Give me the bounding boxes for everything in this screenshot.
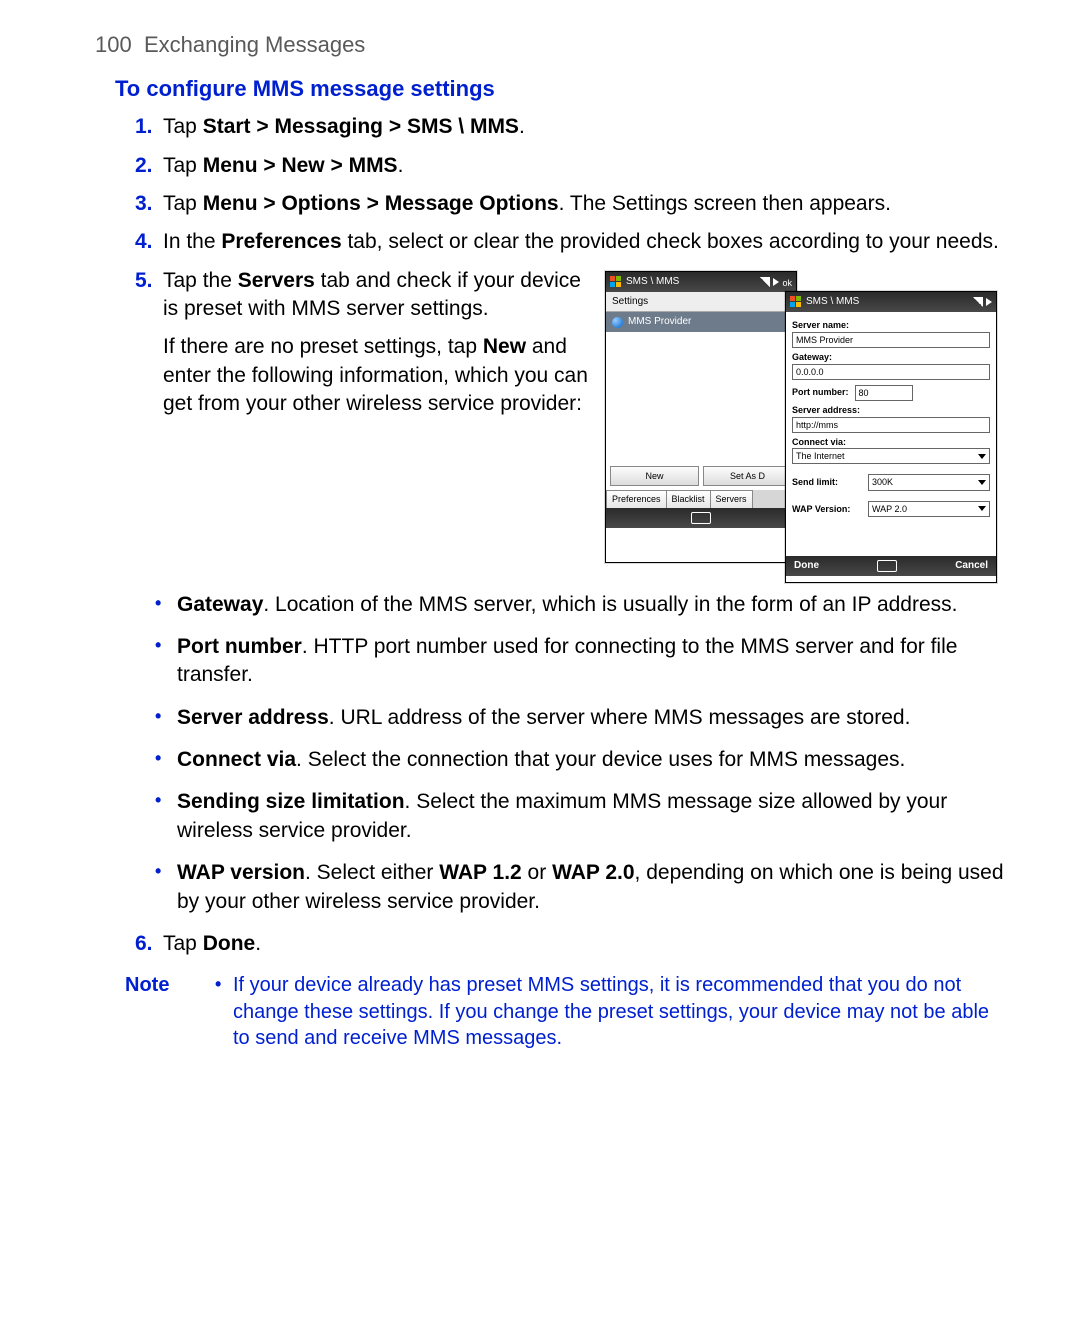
send-limit-select[interactable]: 300K <box>868 474 990 490</box>
window-title: SMS \ MMS <box>806 295 859 309</box>
ok-icon: ok <box>782 277 792 287</box>
note-label: Note <box>125 972 215 1051</box>
bullet-body: WAP version. Select either WAP 1.2 or WA… <box>177 859 1005 916</box>
section-heading: To configure MMS message settings <box>115 74 1005 104</box>
bullet-icon: • <box>155 633 177 690</box>
wap-version-select[interactable]: WAP 2.0 <box>868 501 990 517</box>
bullet-icon: • <box>155 746 177 774</box>
page-number: 100 <box>95 32 132 57</box>
step-body: Tap the Servers tab and check if your de… <box>163 267 595 419</box>
windows-flag-icon <box>610 276 622 288</box>
cancel-button[interactable]: Cancel <box>955 559 988 573</box>
keyboard-icon[interactable] <box>691 512 711 524</box>
bullet-body: Connect via. Select the connection that … <box>177 746 1005 774</box>
bottom-bar <box>606 508 796 528</box>
server-name-label: Server name: <box>792 319 990 331</box>
done-button[interactable]: Done <box>794 559 819 573</box>
chevron-down-icon <box>978 480 986 485</box>
bullet-icon: • <box>155 591 177 619</box>
server-address-label: Server address: <box>792 404 990 416</box>
page-header: 100 Exchanging Messages <box>95 30 1005 60</box>
windows-flag-icon <box>790 296 802 308</box>
port-input[interactable]: 80 <box>855 385 913 401</box>
window-title: SMS \ MMS <box>626 275 679 289</box>
gateway-input[interactable]: 0.0.0.0 <box>792 364 990 380</box>
server-list[interactable]: MMS Provider <box>606 312 796 462</box>
bottom-bar: Done Cancel <box>786 556 996 576</box>
status-tray <box>973 297 992 307</box>
chapter-title: Exchanging Messages <box>144 32 365 57</box>
titlebar: SMS \ MMS <box>786 292 996 312</box>
bullet-body: Server address. URL address of the serve… <box>177 704 1005 732</box>
step-number: 1. <box>135 113 163 141</box>
tab-servers[interactable]: Servers <box>710 490 753 507</box>
tab-preferences[interactable]: Preferences <box>606 490 667 507</box>
manual-page: 100 Exchanging Messages To configure MMS… <box>0 0 1080 1327</box>
set-default-button[interactable]: Set As D <box>703 466 792 486</box>
server-address-input[interactable]: http://mms <box>792 417 990 433</box>
step-number: 4. <box>135 228 163 256</box>
screenshot-composite: SMS \ MMS ok Settings MMS Provider <box>605 271 1005 581</box>
gateway-label: Gateway: <box>792 351 990 363</box>
step-number: 5. <box>135 267 163 295</box>
settings-window-servers: SMS \ MMS ok Settings MMS Provider <box>605 271 797 563</box>
keyboard-icon[interactable] <box>877 560 897 572</box>
bullet-body: Gateway. Location of the MMS server, whi… <box>177 591 1005 619</box>
step-body: In the Preferences tab, select or clear … <box>163 228 1005 256</box>
connect-via-label: Connect via: <box>792 436 990 448</box>
window-subtitle: Settings <box>606 292 796 313</box>
connect-via-select[interactable]: The Internet <box>792 448 990 464</box>
bullet-body: Port number. HTTP port number used for c… <box>177 633 1005 690</box>
signal-icon <box>760 277 770 287</box>
step-number: 6. <box>135 930 163 958</box>
bullet-icon: • <box>155 788 177 845</box>
note-block: Note • If your device already has preset… <box>125 972 1005 1051</box>
tab-blacklist[interactable]: Blacklist <box>666 490 711 507</box>
chevron-down-icon <box>978 454 986 459</box>
step-body: Tap Start > Messaging > SMS \ MMS. <box>163 113 1005 141</box>
titlebar: SMS \ MMS ok <box>606 272 796 292</box>
bullet-body: Sending size limitation. Select the maxi… <box>177 788 1005 845</box>
signal-icon <box>973 297 983 307</box>
volume-icon <box>773 278 779 286</box>
server-name-input[interactable]: MMS Provider <box>792 332 990 348</box>
bullet-icon: • <box>215 972 233 1051</box>
step-body: Tap Menu > Options > Message Options. Th… <box>163 190 1005 218</box>
note-text: If your device already has preset MMS se… <box>233 972 1005 1051</box>
volume-icon <box>986 298 992 306</box>
new-button[interactable]: New <box>610 466 699 486</box>
server-list-item[interactable]: MMS Provider <box>606 312 796 332</box>
step-number: 3. <box>135 190 163 218</box>
chevron-down-icon <box>978 506 986 511</box>
globe-icon <box>612 317 623 328</box>
bullet-icon: • <box>155 859 177 916</box>
wap-version-label: WAP Version: <box>792 503 862 515</box>
status-tray: ok <box>760 277 792 287</box>
bullet-icon: • <box>155 704 177 732</box>
server-edit-window: SMS \ MMS Server name: MMS Provider Gate… <box>785 291 997 583</box>
step-body: Tap Done. <box>163 930 1005 958</box>
step-body: Tap Menu > New > MMS. <box>163 152 1005 180</box>
send-limit-label: Send limit: <box>792 476 862 488</box>
server-list-label: MMS Provider <box>628 315 691 329</box>
port-label: Port number: <box>792 386 849 398</box>
step-number: 2. <box>135 152 163 180</box>
